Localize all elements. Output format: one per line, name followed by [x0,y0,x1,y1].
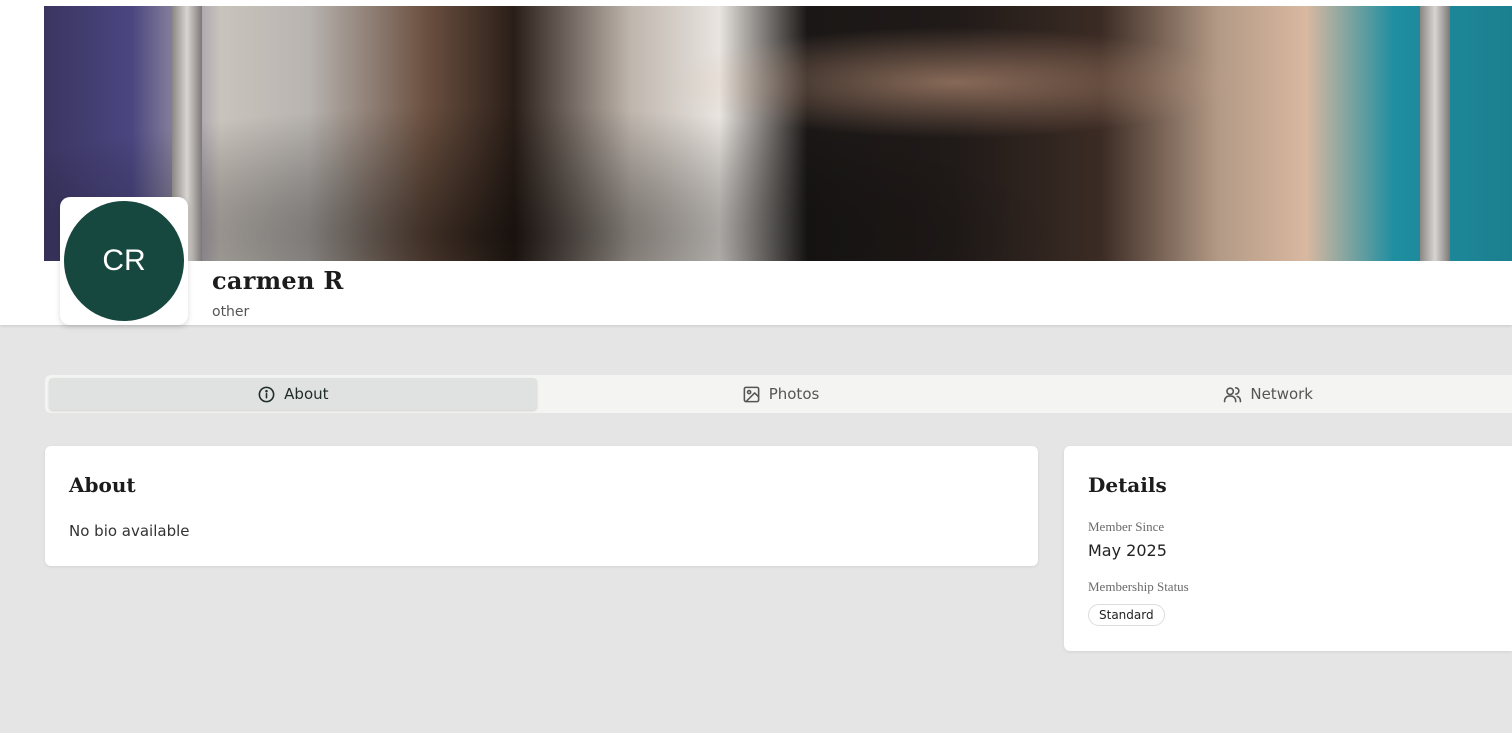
avatar-frame: CR [60,197,188,325]
image-icon [743,386,760,402]
about-card: About No bio available [45,446,1038,566]
status-badge: Standard [1088,604,1165,626]
tab-about[interactable]: About [49,378,537,410]
bio-text: No bio available [69,522,190,540]
profile-header: CR carmen R other [0,0,1512,325]
profile-name: carmen R [212,266,344,295]
about-card-title: About [69,473,136,497]
cover-photo [44,6,1512,261]
tab-about-label: About [284,385,329,403]
tab-network-label: Network [1250,385,1313,403]
profile-tabs: About Photos Network [45,375,1512,413]
cover-photo-shading [44,6,1512,261]
details-card-title: Details [1088,473,1167,497]
member-since-value: May 2025 [1088,541,1167,560]
cover-photo-pole [1420,6,1450,261]
details-card: Details Member Since May 2025 Membership… [1064,446,1512,651]
avatar[interactable]: CR [64,201,184,321]
tab-photos-label: Photos [768,385,820,403]
tab-photos[interactable]: Photos [537,375,1025,413]
profile-role: other [212,304,250,320]
info-icon [258,386,275,402]
membership-status-label: Membership Status [1088,579,1189,594]
users-icon [1224,386,1242,402]
member-since-label: Member Since [1088,519,1165,534]
tab-network[interactable]: Network [1024,375,1512,413]
